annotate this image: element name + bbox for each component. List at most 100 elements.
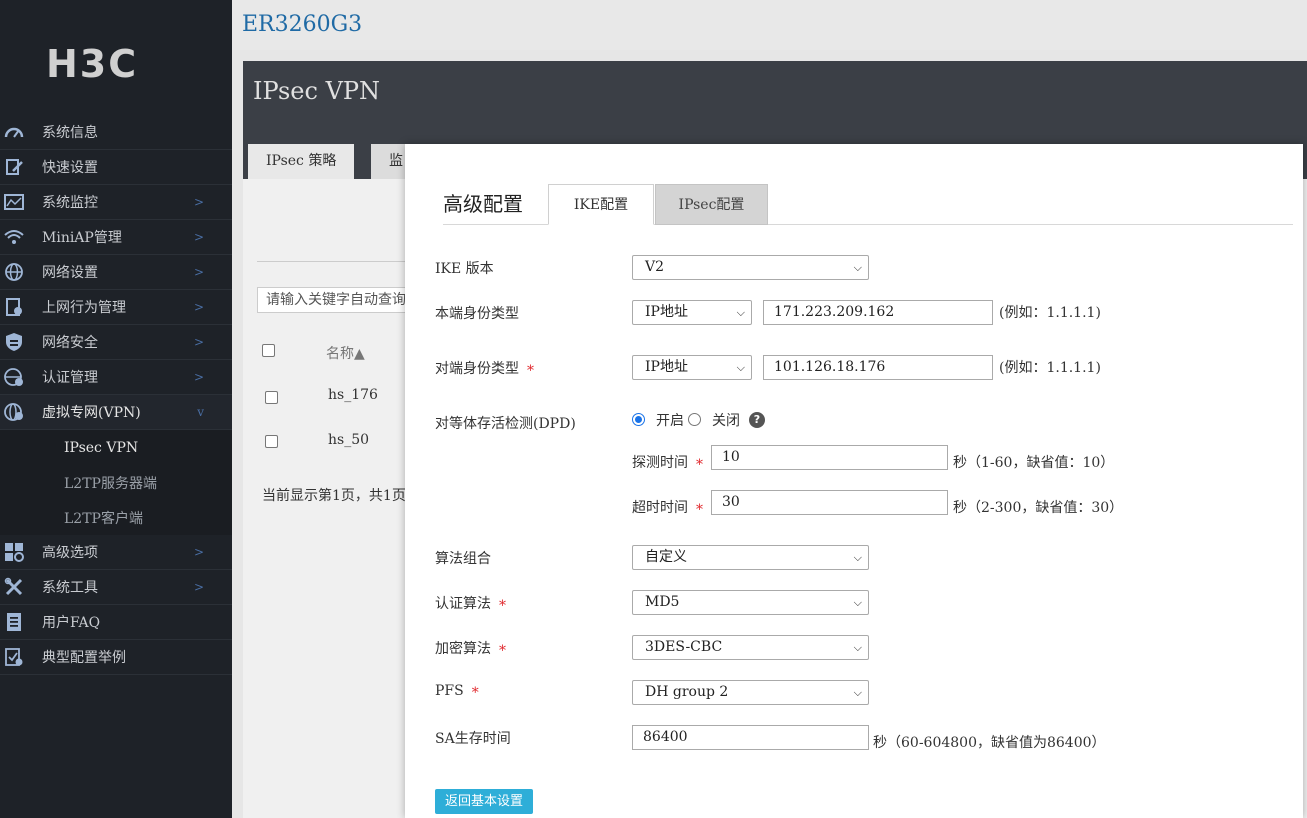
tab-ike-config[interactable]: IKE配置 bbox=[548, 184, 654, 225]
vpn-submenu: IPsec VPN L2TP服务器端 L2TP客户端 bbox=[0, 430, 232, 535]
peer-id-type-label: 对端身份类型 * bbox=[435, 358, 534, 379]
device-model: ER3260G3 bbox=[242, 12, 363, 37]
row-checkbox[interactable] bbox=[265, 435, 278, 448]
dpd-timeout-input[interactable]: 30 bbox=[711, 490, 948, 515]
enc-algo-select[interactable]: 3DES-CBC ⌵ bbox=[632, 635, 869, 660]
peer-id-hint: (例如：1.1.1.1) bbox=[999, 360, 1101, 376]
chevron-down-icon: ⌵ bbox=[853, 641, 862, 654]
sidebar-item-network-settings[interactable]: 网络设置 > bbox=[0, 255, 232, 290]
auth-algo-select[interactable]: MD5 ⌵ bbox=[632, 590, 869, 615]
sidebar-subitem-l2tp-server[interactable]: L2TP服务器端 bbox=[0, 465, 232, 500]
chevron-right-icon: > bbox=[193, 230, 204, 244]
example-icon bbox=[3, 646, 25, 668]
sidebar-item-quick-setup[interactable]: 快速设置 bbox=[0, 150, 232, 185]
vpn-icon bbox=[3, 401, 25, 423]
row-checkbox[interactable] bbox=[265, 391, 278, 404]
grid-icon bbox=[3, 541, 25, 563]
divider bbox=[257, 261, 407, 262]
sidebar-item-system-monitor[interactable]: 系统监控 > bbox=[0, 185, 232, 220]
ike-version-select[interactable]: V2 ⌵ bbox=[632, 255, 869, 280]
search-input[interactable]: 请输入关键字自动查询 bbox=[257, 287, 417, 313]
behavior-icon bbox=[3, 296, 25, 318]
local-id-type-select[interactable]: IP地址 ⌵ bbox=[632, 300, 752, 325]
tab-ipsec-policy[interactable]: IPsec 策略 bbox=[248, 144, 355, 179]
peer-id-type-value: IP地址 bbox=[645, 359, 688, 375]
chevron-down-icon: ⌵ bbox=[853, 551, 862, 564]
enc-algo-label: 加密算法 * bbox=[435, 638, 506, 659]
auth-algo-value: MD5 bbox=[645, 594, 680, 610]
back-to-basic-button[interactable]: 返回基本设置 bbox=[435, 789, 533, 814]
sidebar-item-label: 系统信息 bbox=[42, 125, 98, 141]
dpd-off-radio[interactable] bbox=[688, 413, 701, 426]
sidebar-item-label: 网络设置 bbox=[42, 265, 98, 281]
sidebar-subitem-l2tp-client[interactable]: L2TP客户端 bbox=[0, 500, 232, 535]
pfs-label: PFS * bbox=[435, 683, 479, 701]
sidebar-item-faq[interactable]: 用户FAQ bbox=[0, 605, 232, 640]
pfs-select[interactable]: DH group 2 ⌵ bbox=[632, 680, 869, 705]
sa-lifetime-input[interactable]: 86400 bbox=[632, 725, 869, 750]
dpd-on-label: 开启 bbox=[656, 413, 684, 429]
chevron-down-icon: ⌵ bbox=[853, 261, 862, 274]
faq-icon bbox=[3, 611, 25, 633]
chevron-down-icon: ⌵ bbox=[853, 596, 862, 609]
pfs-value: DH group 2 bbox=[645, 684, 729, 700]
sidebar-item-label: 虚拟专网(VPN) bbox=[42, 405, 141, 421]
wifi-icon bbox=[3, 226, 25, 248]
dpd-off-label: 关闭 bbox=[712, 413, 740, 429]
shield-icon bbox=[3, 331, 25, 353]
required-mark: * bbox=[527, 363, 534, 379]
sidebar-item-auth-management[interactable]: 认证管理 > bbox=[0, 360, 232, 395]
sidebar-item-behavior-management[interactable]: 上网行为管理 > bbox=[0, 290, 232, 325]
auth-algo-label: 认证算法 * bbox=[435, 593, 506, 614]
peer-id-type-select[interactable]: IP地址 ⌵ bbox=[632, 355, 752, 380]
enc-algo-value: 3DES-CBC bbox=[645, 639, 723, 655]
select-all-checkbox[interactable] bbox=[262, 344, 275, 357]
sidebar-item-label: 用户FAQ bbox=[42, 615, 101, 631]
local-id-hint: (例如：1.1.1.1) bbox=[999, 305, 1101, 321]
required-mark: * bbox=[471, 685, 479, 701]
auth-algo-label-text: 认证算法 bbox=[435, 596, 491, 612]
sidebar-item-system-tools[interactable]: 系统工具 > bbox=[0, 570, 232, 605]
dpd-detect-hint: 秒（1-60，缺省值：10） bbox=[953, 455, 1115, 471]
ike-version-label: IKE 版本 bbox=[435, 261, 494, 277]
sidebar-item-advanced[interactable]: 高级选项 > bbox=[0, 535, 232, 570]
chevron-right-icon: > bbox=[193, 580, 204, 594]
sidebar-item-network-security[interactable]: 网络安全 > bbox=[0, 325, 232, 360]
sidebar-item-vpn[interactable]: 虚拟专网(VPN) v bbox=[0, 395, 232, 430]
dpd-timeout-hint: 秒（2-300，缺省值：30） bbox=[953, 500, 1124, 516]
tab-ipsec-config[interactable]: IPsec配置 bbox=[655, 184, 768, 225]
sidebar-subitem-ipsec-vpn[interactable]: IPsec VPN bbox=[0, 430, 232, 465]
dpd-timeout-label-text: 超时时间 bbox=[632, 500, 688, 516]
sidebar-item-config-examples[interactable]: 典型配置举例 bbox=[0, 640, 232, 675]
required-mark: * bbox=[696, 457, 703, 473]
pfs-label-text: PFS bbox=[435, 683, 464, 699]
algo-suite-select[interactable]: 自定义 ⌵ bbox=[632, 545, 869, 570]
peer-id-input[interactable]: 101.126.18.176 bbox=[763, 355, 993, 380]
help-icon[interactable]: ? bbox=[749, 412, 765, 428]
local-id-input[interactable]: 171.223.209.162 bbox=[763, 300, 993, 325]
dpd-on-radio[interactable] bbox=[632, 413, 645, 426]
peer-id-type-label-text: 对端身份类型 bbox=[435, 361, 519, 377]
sidebar-item-label: 上网行为管理 bbox=[42, 300, 126, 316]
top-bar: ER3260G3 bbox=[232, 0, 1307, 50]
chevron-right-icon: > bbox=[193, 335, 204, 349]
chevron-down-icon: ⌵ bbox=[736, 306, 745, 319]
ike-version-value: V2 bbox=[645, 259, 665, 275]
dpd-detect-input[interactable]: 10 bbox=[711, 445, 948, 470]
chevron-right-icon: > bbox=[193, 195, 204, 209]
sa-lifetime-label: SA生存时间 bbox=[435, 731, 511, 747]
sidebar-item-miniap[interactable]: MiniAP管理 > bbox=[0, 220, 232, 255]
sidebar-item-label: 系统监控 bbox=[42, 195, 98, 211]
chevron-right-icon: > bbox=[193, 370, 204, 384]
panel-header: IPsec VPN bbox=[243, 61, 1307, 131]
monitor-icon bbox=[3, 191, 25, 213]
sidebar-item-label: 网络安全 bbox=[42, 335, 98, 351]
dpd-detect-label: 探测时间 * bbox=[632, 452, 703, 473]
column-header-name[interactable]: 名称▲ bbox=[326, 343, 365, 363]
sa-lifetime-hint: 秒（60-604800，缺省值为86400） bbox=[873, 735, 1106, 751]
modal-title: 高级配置 bbox=[443, 192, 523, 216]
chevron-right-icon: > bbox=[193, 300, 204, 314]
sidebar-item-system-info[interactable]: 系统信息 bbox=[0, 115, 232, 150]
globe-icon bbox=[3, 261, 25, 283]
edit-icon bbox=[3, 156, 25, 178]
